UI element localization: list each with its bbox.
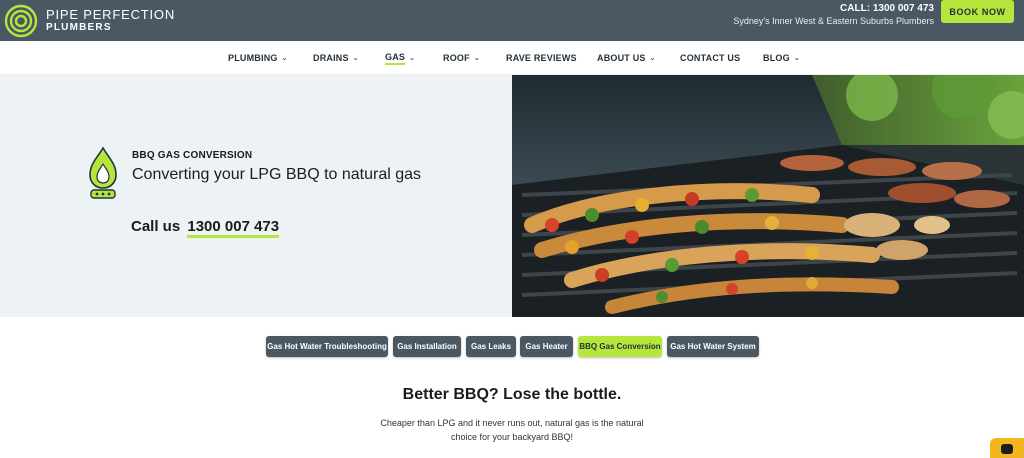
nav-item-drains[interactable]: DRAINS ⌄ bbox=[313, 41, 359, 75]
nav-item-rave-reviews[interactable]: RAVE REVIEWS bbox=[506, 41, 577, 75]
hero-phone-link[interactable]: 1300 007 473 bbox=[187, 218, 280, 238]
header-contact: CALL: 1300 007 473 Sydney's Inner West &… bbox=[733, 3, 934, 27]
pill-gas-hot-water-system[interactable]: Gas Hot Water System bbox=[667, 336, 759, 357]
section-heading: Better BBQ? Lose the bottle. bbox=[402, 386, 622, 403]
header-tagline: Sydney's Inner West & Eastern Suburbs Pl… bbox=[733, 16, 934, 26]
nav-item-label: ROOF bbox=[443, 53, 470, 63]
nav-item-label: RAVE REVIEWS bbox=[506, 53, 577, 63]
gas-flame-icon bbox=[89, 146, 117, 199]
nav-item-gas[interactable]: GAS ⌄ bbox=[385, 41, 415, 75]
nav-item-label: CONTACT US bbox=[680, 53, 741, 63]
bbq-grill-illustration bbox=[512, 75, 1024, 317]
nav-item-about-us[interactable]: ABOUT US ⌄ bbox=[597, 41, 656, 75]
pill-gas-leaks[interactable]: Gas Leaks bbox=[466, 336, 516, 357]
nav-item-label: DRAINS bbox=[313, 53, 349, 63]
chevron-down-icon: ⌄ bbox=[352, 55, 359, 62]
bbq-grill-photo bbox=[512, 75, 1024, 317]
nav-item-label: ABOUT US bbox=[597, 53, 646, 63]
nav-item-roof[interactable]: ROOF ⌄ bbox=[443, 41, 480, 75]
chat-widget-button[interactable] bbox=[990, 438, 1024, 458]
brand-name-line2: PLUMBERS bbox=[46, 22, 112, 33]
hero-panel bbox=[0, 75, 512, 317]
chevron-down-icon: ⌄ bbox=[649, 55, 656, 62]
pill-bbq-gas-conversion[interactable]: BBQ Gas Conversion bbox=[578, 336, 662, 357]
header-call-link[interactable]: CALL: 1300 007 473 bbox=[733, 3, 934, 15]
chevron-down-icon: ⌄ bbox=[409, 55, 416, 62]
nav-item-blog[interactable]: BLOG ⌄ bbox=[763, 41, 800, 75]
brand-name-line1: PIPE PERFECTION bbox=[46, 7, 176, 22]
chevron-down-icon: ⌄ bbox=[281, 55, 288, 62]
book-now-button[interactable]: BOOK NOW bbox=[941, 0, 1014, 23]
chevron-down-icon: ⌄ bbox=[473, 55, 480, 62]
nav-item-contact-us[interactable]: CONTACT US bbox=[680, 41, 740, 75]
pill-gas-hot-water-troubleshooting[interactable]: Gas Hot Water Troubleshooting bbox=[266, 336, 388, 357]
chevron-down-icon: ⌄ bbox=[793, 55, 800, 62]
pill-gas-installation[interactable]: Gas Installation bbox=[393, 336, 461, 357]
logo[interactable]: PIPE PERFECTION PLUMBERS bbox=[4, 0, 175, 41]
pill-gas-heater[interactable]: Gas Heater bbox=[520, 336, 573, 357]
hero-kicker: BBQ GAS CONVERSION bbox=[132, 150, 253, 161]
hero-call-prefix: Call us bbox=[131, 218, 181, 235]
top-bar: PIPE PERFECTION PLUMBERS CALL: 1300 007 … bbox=[0, 0, 1024, 41]
nav-item-plumbing[interactable]: PLUMBING ⌄ bbox=[228, 41, 288, 75]
main-nav: PLUMBING ⌄ DRAINS ⌄ GAS ⌄ ROOF ⌄ RAVE RE… bbox=[0, 41, 1024, 75]
chat-bubble-icon bbox=[1001, 444, 1013, 454]
logo-rings-icon bbox=[4, 4, 38, 37]
nav-item-label: BLOG bbox=[763, 53, 790, 63]
nav-item-label: PLUMBING bbox=[228, 53, 278, 63]
nav-item-label: GAS bbox=[385, 52, 406, 65]
hero-call: Call us 1300 007 473 bbox=[131, 218, 280, 238]
hero-title: Converting your LPG BBQ to natural gas bbox=[132, 166, 422, 183]
section-body: Cheaper than LPG and it never runs out, … bbox=[380, 418, 644, 442]
brand-name: PIPE PERFECTION PLUMBERS bbox=[46, 8, 175, 33]
